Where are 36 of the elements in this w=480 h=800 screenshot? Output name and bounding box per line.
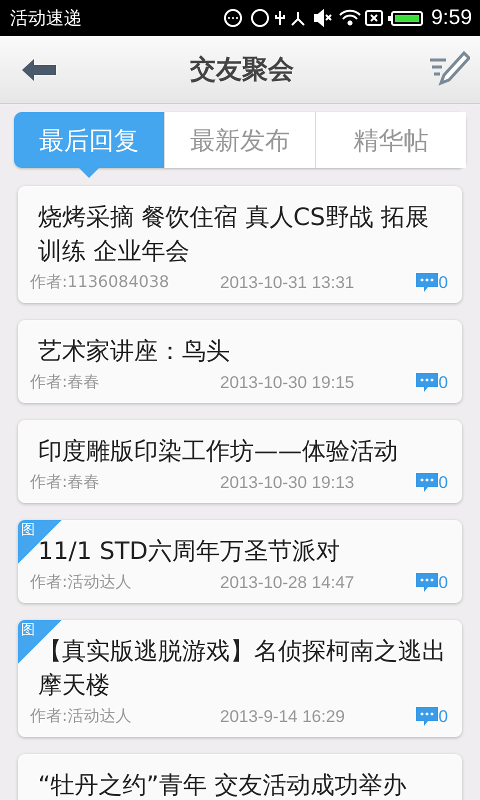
post-card[interactable]: 艺术家讲座：鸟头 作者:春春 2013-10-30 19:15 0 [18, 320, 462, 403]
post-card[interactable]: 印度雕版印染工作坊——体验活动 作者:春春 2013-10-30 19:13 0 [18, 420, 462, 503]
reply-count: 0 [438, 372, 448, 392]
author-text: 作者:活动达人 [30, 572, 132, 593]
post-card[interactable]: 图 11/1 STD六周年万圣节派对 作者:活动达人 2013-10-28 14:47 0 [18, 520, 462, 603]
comment-icon [416, 372, 438, 392]
author-text: 作者:春春 [30, 372, 100, 393]
reply-count: 0 [438, 706, 448, 726]
comment-icon [416, 472, 438, 492]
reply-count: 0 [438, 472, 448, 492]
post-card[interactable]: 烧烤采摘 餐饮住宿 真人CS野战 拓展训练 企业年会 作者:1136084038 2013-10-31 13:31 0 [18, 186, 462, 303]
post-title: “牡丹之约”青年 交友活动成功举办 [38, 770, 408, 800]
post-card[interactable]: “牡丹之约”青年 交友活动成功举办 [18, 754, 462, 800]
reply-count: 0 [438, 272, 448, 292]
page-title: 交友聚会 [190, 54, 294, 87]
post-title: 11/1 STD六周年万圣节派对 [38, 536, 341, 567]
post-time: 2013-9-14 16:29 [220, 706, 346, 726]
post-title: 烧烤采摘 餐饮住宿 真人CS野战 拓展训练 企业年会 [38, 202, 430, 267]
back-button[interactable] [22, 58, 56, 80]
post-time: 2013-10-30 19:13 [220, 472, 356, 492]
comment-icon [416, 706, 438, 726]
tab-pointer-icon [79, 168, 100, 178]
reply-count: 0 [438, 572, 448, 592]
post-title: 印度雕版印染工作坊——体验活动 [38, 436, 399, 467]
back-arrow-icon [22, 58, 56, 80]
post-time: 2013-10-31 13:31 [220, 272, 356, 292]
notification-text: 活动速递 [10, 7, 82, 30]
clock-text: 9:59 [431, 6, 472, 30]
author-text: 作者:1136084038 [30, 272, 170, 293]
author-text: 作者:春春 [30, 472, 100, 493]
comment-icon [416, 572, 438, 592]
post-time: 2013-10-30 19:15 [220, 372, 356, 392]
post-time: 2013-10-28 14:47 [220, 572, 356, 592]
post-title: 艺术家讲座：鸟头 [38, 336, 231, 367]
author-text: 作者:活动达人 [30, 706, 132, 727]
comment-icon [416, 272, 438, 292]
